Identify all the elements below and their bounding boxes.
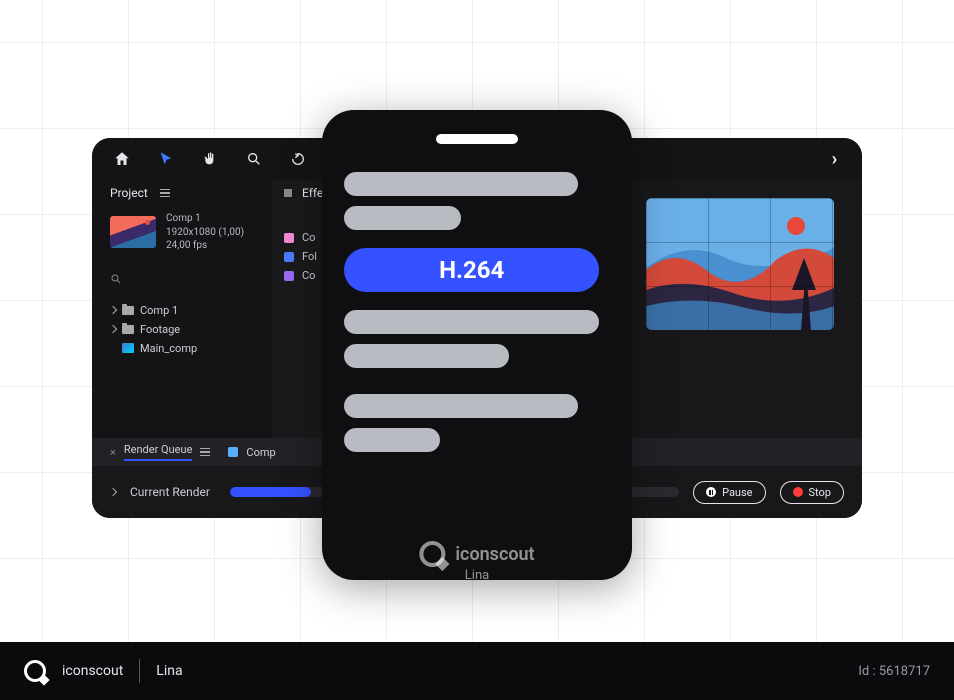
layer-item-label: Co [302, 231, 315, 244]
composition-summary: Comp 1 1920x1080 (1,00) 24,00 fps [110, 212, 258, 253]
search-icon[interactable] [244, 149, 264, 169]
color-swatch-icon [284, 233, 294, 243]
render-progress-fill [230, 487, 311, 497]
rotate-icon[interactable] [288, 149, 308, 169]
current-render-label: Current Render [130, 485, 210, 499]
codec-selected-label: H.264 [439, 256, 504, 284]
layer-item-label: Fol [302, 250, 317, 263]
project-panel-header: Project [110, 186, 258, 200]
brand-logo-icon [24, 660, 46, 682]
stop-button[interactable]: Stop [780, 481, 844, 504]
composition-meta: Comp 1 1920x1080 (1,00) 24,00 fps [166, 212, 244, 253]
color-swatch-icon [284, 252, 294, 262]
tree-item-label: Comp 1 [140, 304, 178, 317]
tree-item-label: Footage [140, 323, 180, 336]
footer-brand: iconscout [62, 663, 123, 679]
panel-menu-icon[interactable] [200, 448, 210, 457]
layer-item-label: Co [302, 269, 315, 282]
pause-button-label: Pause [722, 486, 752, 499]
color-swatch-icon [228, 447, 238, 457]
caret-icon[interactable] [109, 488, 117, 496]
folder-icon [122, 306, 134, 315]
pause-icon [706, 487, 716, 497]
option-placeholder[interactable] [344, 310, 599, 334]
option-placeholder[interactable] [344, 344, 509, 368]
illustration-stage: ›› Project Comp 1 1920x1080 (1,00) 24,00… [92, 126, 862, 546]
expand-panel-button[interactable]: ›› [822, 149, 842, 169]
tree-item-main-comp[interactable]: Main_comp [110, 339, 258, 358]
render-queue-label: Render Queue [124, 443, 193, 461]
hand-icon[interactable] [200, 149, 220, 169]
preview-thumbnail[interactable] [646, 198, 834, 330]
project-search[interactable] [110, 267, 258, 291]
render-queue-tab[interactable]: × Render Queue [110, 443, 210, 461]
render-comp-label: Comp [246, 446, 275, 459]
folder-icon [122, 325, 134, 334]
card-handle[interactable] [436, 134, 518, 144]
tree-item-label: Main_comp [140, 342, 197, 355]
divider [139, 659, 140, 683]
option-placeholder[interactable] [344, 172, 578, 196]
footer-author: Lina [156, 663, 182, 679]
caret-icon [109, 325, 117, 333]
pause-button[interactable]: Pause [693, 481, 765, 504]
stop-square-icon [284, 189, 292, 197]
image-icon [122, 343, 134, 353]
tree-item-comp1[interactable]: Comp 1 [110, 301, 258, 320]
composition-resolution: 1920x1080 (1,00) [166, 226, 244, 240]
caret-icon [109, 306, 117, 314]
composition-fps: 24,00 fps [166, 239, 244, 253]
stop-button-label: Stop [809, 486, 831, 499]
panel-menu-icon[interactable] [160, 189, 170, 198]
composition-thumbnail[interactable] [110, 216, 156, 248]
composition-name: Comp 1 [166, 212, 244, 226]
option-placeholder[interactable] [344, 206, 461, 230]
page-footer: iconscout Lina Id : 5618717 [0, 642, 954, 700]
project-panel-title: Project [110, 186, 148, 200]
record-icon [793, 487, 803, 497]
footer-id: Id : 5618717 [858, 664, 930, 679]
codec-selection-card: H.264 [322, 110, 632, 580]
tree-item-footage[interactable]: Footage [110, 320, 258, 339]
option-placeholder[interactable] [344, 428, 440, 452]
color-swatch-icon [284, 271, 294, 281]
option-placeholder[interactable] [344, 394, 578, 418]
effects-panel-title: Effe [302, 186, 323, 200]
watermark-author: Lina [465, 568, 489, 583]
project-tree: Comp 1 Footage Main_comp [110, 301, 258, 358]
cursor-icon[interactable] [156, 149, 176, 169]
home-icon[interactable] [112, 149, 132, 169]
render-comp-chip[interactable]: Comp [228, 446, 275, 459]
codec-selected[interactable]: H.264 [344, 248, 599, 292]
